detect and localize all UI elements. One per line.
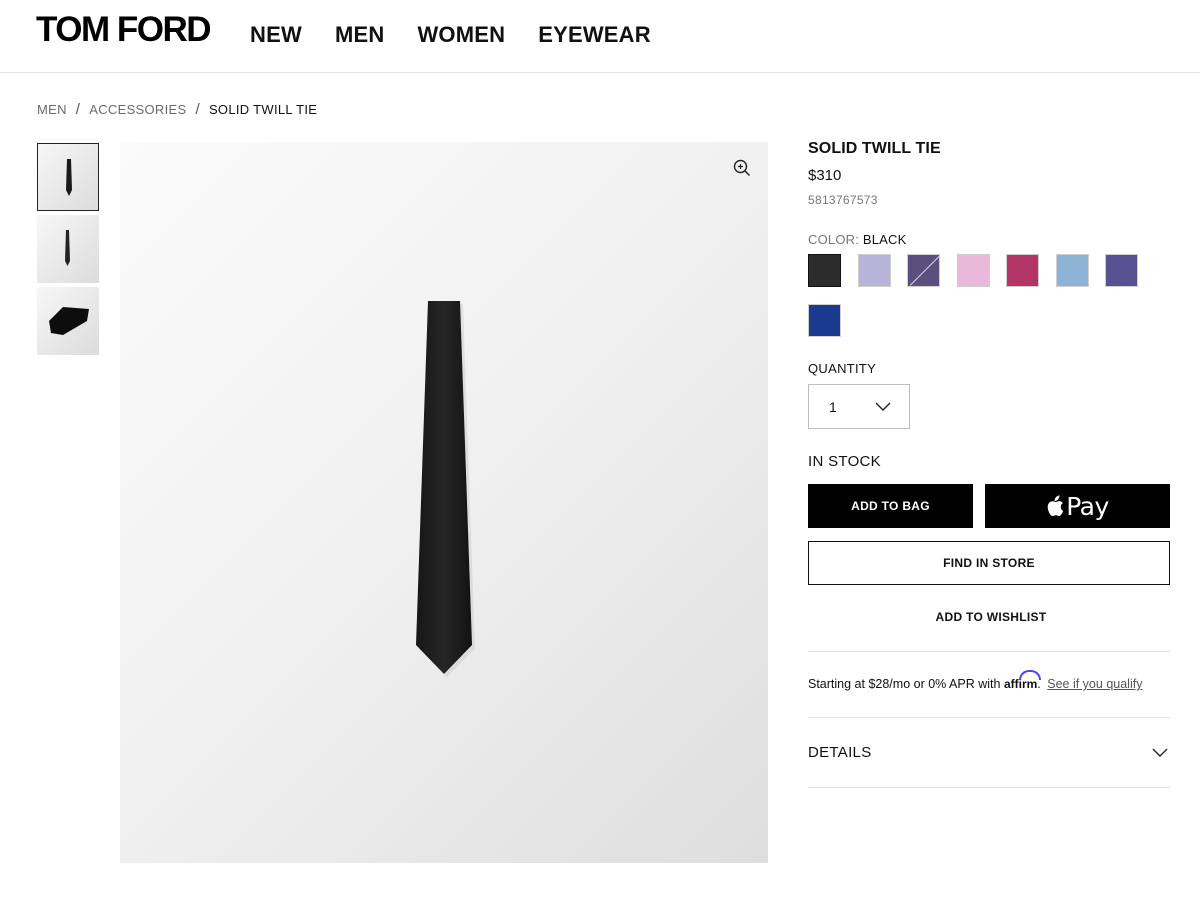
apple-pay-button[interactable]: Pay [985, 484, 1170, 528]
nav-item-new[interactable]: NEW [250, 22, 302, 48]
tie-back-thumb-image [65, 230, 70, 266]
site-header: TOM FORD NEW MEN WOMEN EYEWEAR [0, 0, 1200, 73]
swatch-light-blue[interactable] [1055, 254, 1089, 287]
see-if-you-qualify-link[interactable]: See if you qualify [1047, 677, 1142, 691]
details-accordion[interactable]: DETAILS [808, 717, 1170, 787]
product-main-image[interactable] [120, 142, 768, 863]
apple-logo-icon [1047, 495, 1064, 517]
swatch-purple[interactable] [907, 254, 940, 287]
chevron-down-icon [1152, 748, 1168, 757]
thumbnail-tie-back[interactable] [37, 215, 99, 283]
quantity-value: 1 [829, 399, 837, 415]
color-label-value: BLACK [862, 232, 907, 247]
product-info-panel: SOLID TWILL TIE $310 5813767573 COLOR: B… [808, 140, 1170, 788]
thumbnail-list [37, 143, 99, 359]
thumbnail-tie-front[interactable] [37, 143, 99, 211]
color-label-prefix: COLOR: [808, 232, 860, 247]
add-to-wishlist-link[interactable]: ADD TO WISHLIST [808, 610, 1174, 624]
affirm-financing: Starting at $28/mo or 0% APR with affirm… [808, 670, 1142, 691]
swatch-pink[interactable] [956, 254, 990, 287]
tie-front-thumb-image [66, 159, 72, 196]
zoom-in-icon[interactable] [732, 158, 752, 178]
nav-item-men[interactable]: MEN [335, 22, 385, 48]
divider [808, 651, 1170, 652]
product-title: SOLID TWILL TIE [808, 140, 941, 157]
swatch-navy[interactable] [808, 304, 841, 337]
quantity-label: QUANTITY [808, 361, 877, 376]
unavailable-slash-icon [909, 255, 939, 286]
affirm-text: Starting at $28/mo or 0% APR with [808, 677, 1001, 691]
affirm-logo: affirm [1004, 670, 1041, 691]
tie-folded-thumb-image [49, 307, 89, 335]
stock-status: IN STOCK [808, 453, 881, 470]
swatch-black[interactable] [808, 254, 841, 287]
breadcrumb-accessories[interactable]: ACCESSORIES [89, 102, 186, 117]
main-nav: NEW MEN WOMEN EYEWEAR [250, 22, 684, 48]
chevron-down-icon [875, 402, 891, 411]
quantity-select[interactable]: 1 [808, 384, 910, 429]
product-price: $310 [808, 167, 842, 184]
swatch-indigo[interactable] [1105, 254, 1138, 287]
product-sku: 5813767573 [808, 193, 878, 207]
breadcrumb-separator: / [195, 101, 200, 118]
color-label: COLOR: BLACK [808, 232, 907, 247]
breadcrumb-men[interactable]: MEN [37, 102, 67, 117]
thumbnail-tie-folded[interactable] [37, 287, 99, 355]
breadcrumb-current: SOLID TWILL TIE [208, 102, 318, 117]
divider [808, 787, 1170, 788]
nav-item-eyewear[interactable]: EYEWEAR [538, 22, 651, 48]
nav-item-women[interactable]: WOMEN [417, 22, 505, 48]
tie-image [416, 301, 475, 677]
affirm-arc-icon [1018, 670, 1041, 680]
add-to-bag-button[interactable]: ADD TO BAG [808, 484, 973, 528]
brand-logo[interactable]: TOM FORD [36, 10, 212, 50]
apple-pay-label: Pay [1066, 491, 1109, 521]
breadcrumb-separator: / [75, 101, 81, 118]
swatch-lavender[interactable] [857, 254, 891, 287]
find-in-store-button[interactable]: FIND IN STORE [808, 541, 1170, 585]
details-label: DETAILS [808, 744, 872, 761]
breadcrumb: MEN / ACCESSORIES / SOLID TWILL TIE [37, 101, 317, 118]
swatch-raspberry[interactable] [1006, 254, 1039, 287]
